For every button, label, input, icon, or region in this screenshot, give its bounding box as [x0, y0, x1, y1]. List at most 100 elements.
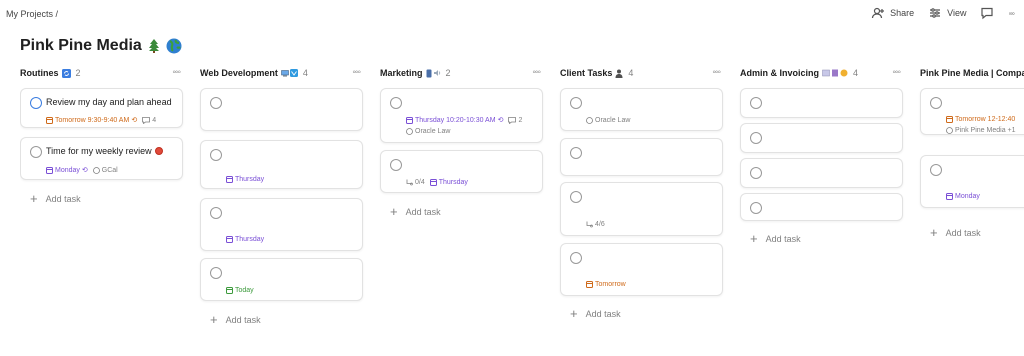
task-card[interactable] — [740, 158, 903, 188]
due-date: Tomorrow — [586, 281, 626, 288]
due-date: Thursday — [226, 236, 264, 243]
complete-checkbox[interactable] — [570, 252, 582, 264]
column-more-icon[interactable]: ◦◦◦ — [172, 67, 181, 78]
complete-checkbox[interactable] — [210, 267, 222, 279]
column-header[interactable]: Pink Pine Media | Compa — [920, 66, 1024, 80]
calendar-icon — [429, 179, 437, 186]
add-task-button[interactable]: + Add task — [210, 313, 261, 326]
task-card[interactable] — [740, 88, 903, 118]
task-card[interactable]: Review my day and plan ahead Tomorrow 9:… — [20, 88, 183, 128]
task-card[interactable]: Monday — [920, 155, 1024, 208]
add-task-button[interactable]: + Add task — [390, 205, 441, 218]
task-location: Pink Pine Media +1 — [946, 127, 1016, 134]
column-more-icon[interactable]: ◦◦◦ — [532, 67, 541, 78]
task-card[interactable] — [560, 138, 723, 176]
column-title: Pink Pine Media | Compa — [920, 68, 1024, 78]
complete-checkbox[interactable] — [750, 132, 762, 144]
complete-checkbox[interactable] — [210, 97, 222, 109]
complete-checkbox[interactable] — [30, 146, 42, 158]
add-task-label: Add task — [405, 206, 441, 217]
subtask-count: 4/6 — [586, 221, 605, 228]
column-header[interactable]: Client Tasks 4 ◦◦◦ — [560, 66, 724, 80]
column-header[interactable]: Web Development 4 ◦◦◦ — [200, 66, 364, 80]
complete-checkbox[interactable] — [750, 97, 762, 109]
plus-icon: + — [750, 231, 758, 246]
comments-button[interactable] — [980, 6, 994, 20]
comment-icon — [142, 116, 151, 124]
task-card[interactable] — [740, 193, 903, 221]
comment-count: 2 — [508, 117, 522, 124]
top-bar: My Projects / Share View ◦◦◦ — [0, 0, 1024, 28]
comment-icon — [981, 7, 994, 20]
alarm-clock-icon — [154, 147, 163, 155]
add-task-button[interactable]: + Add task — [750, 232, 801, 245]
task-meta: Tomorrow 9:30-9:40 AM ⟲ 4 — [46, 116, 156, 124]
column-more-icon[interactable]: ◦◦◦ — [892, 67, 901, 78]
page-title: Pink Pine Media — [20, 37, 182, 55]
task-meta: Today — [226, 287, 254, 294]
task-card[interactable]: Tomorrow 12-12:40 Pink Pine Media +1 — [920, 88, 1024, 135]
add-task-button[interactable]: + Add task — [30, 192, 81, 205]
task-card[interactable]: Thursday — [200, 198, 363, 251]
complete-checkbox[interactable] — [210, 149, 222, 161]
column-header[interactable]: Admin & Invoicing 4 ◦◦◦ — [740, 66, 904, 80]
project-title: Pink Pine Media — [20, 37, 142, 54]
task-card[interactable]: Time for my weekly review Monday ⟲ GCal — [20, 137, 183, 180]
complete-checkbox[interactable] — [390, 159, 402, 171]
task-card[interactable]: Today — [200, 258, 363, 301]
calendar-icon — [406, 116, 413, 124]
subtask-count: 0/4 — [406, 179, 425, 186]
calendar-icon — [226, 176, 233, 183]
task-meta: 0/4 Thursday — [406, 179, 468, 186]
column-more-icon[interactable]: ◦◦◦ — [712, 67, 721, 78]
task-meta: Tomorrow 12-12:40 — [946, 116, 1015, 123]
column-header[interactable]: Marketing 2 ◦◦◦ — [380, 66, 544, 80]
task-card[interactable]: Thursday — [200, 140, 363, 189]
task-card[interactable]: Oracle Law — [560, 88, 723, 131]
calendar-icon — [46, 166, 53, 174]
column-pink-pine-media-company: Pink Pine Media | Compa Tomorrow 12-12:4… — [920, 66, 1024, 239]
complete-checkbox[interactable] — [30, 97, 42, 109]
view-label: View — [947, 8, 967, 18]
column-marketing: Marketing 2 ◦◦◦ Thursday 10:20-10:30 AM ⟲… — [380, 66, 544, 218]
task-card[interactable]: 4/6 — [560, 182, 723, 236]
complete-checkbox[interactable] — [390, 97, 402, 109]
add-task-button[interactable]: + Add task — [930, 226, 981, 239]
location: Pink Pine Media +1 — [946, 127, 1016, 134]
comment-icon — [508, 116, 517, 124]
task-card[interactable] — [740, 123, 903, 153]
column-more-icon[interactable]: ◦◦◦ — [352, 67, 361, 78]
complete-checkbox[interactable] — [750, 167, 762, 179]
share-button[interactable]: Share — [871, 6, 914, 20]
complete-checkbox[interactable] — [210, 207, 222, 219]
task-count: 4 — [628, 68, 634, 78]
location-icon — [586, 117, 593, 124]
column-title: Admin & Invoicing — [740, 68, 820, 78]
complete-checkbox[interactable] — [570, 147, 582, 159]
task-card[interactable] — [200, 88, 363, 131]
task-card[interactable]: Tomorrow — [560, 243, 723, 296]
view-button[interactable]: View — [928, 6, 966, 20]
complete-checkbox[interactable] — [930, 97, 942, 109]
column-header[interactable]: Routines 2 ◦◦◦ — [20, 66, 184, 80]
complete-checkbox[interactable] — [570, 191, 582, 203]
complete-checkbox[interactable] — [750, 202, 762, 214]
add-task-label: Add task — [585, 308, 621, 319]
due-date: Today — [226, 287, 254, 294]
task-card[interactable]: 0/4 Thursday — [380, 150, 543, 193]
more-button[interactable]: ◦◦◦ — [1008, 9, 1014, 18]
column-web-development: Web Development 4 ◦◦◦ Thursday Thursday — [200, 66, 364, 326]
computer-emoji-icon — [281, 69, 298, 77]
complete-checkbox[interactable] — [930, 164, 942, 176]
person-add-icon — [871, 7, 885, 19]
plus-icon: + — [930, 225, 938, 240]
column-title: Routines — [20, 68, 59, 78]
task-card[interactable]: Thursday 10:20-10:30 AM ⟲ 2 Oracle Law — [380, 88, 543, 143]
add-task-button[interactable]: + Add task — [570, 307, 621, 320]
due-date: Thursday 10:20-10:30 AM ⟲ — [406, 116, 503, 124]
due-date: Thursday — [226, 176, 264, 183]
breadcrumb[interactable]: My Projects / — [6, 9, 58, 19]
column-routines: Routines 2 ◦◦◦ Review my day and plan ah… — [20, 66, 184, 205]
calendar-icon — [586, 281, 593, 288]
complete-checkbox[interactable] — [570, 97, 582, 109]
